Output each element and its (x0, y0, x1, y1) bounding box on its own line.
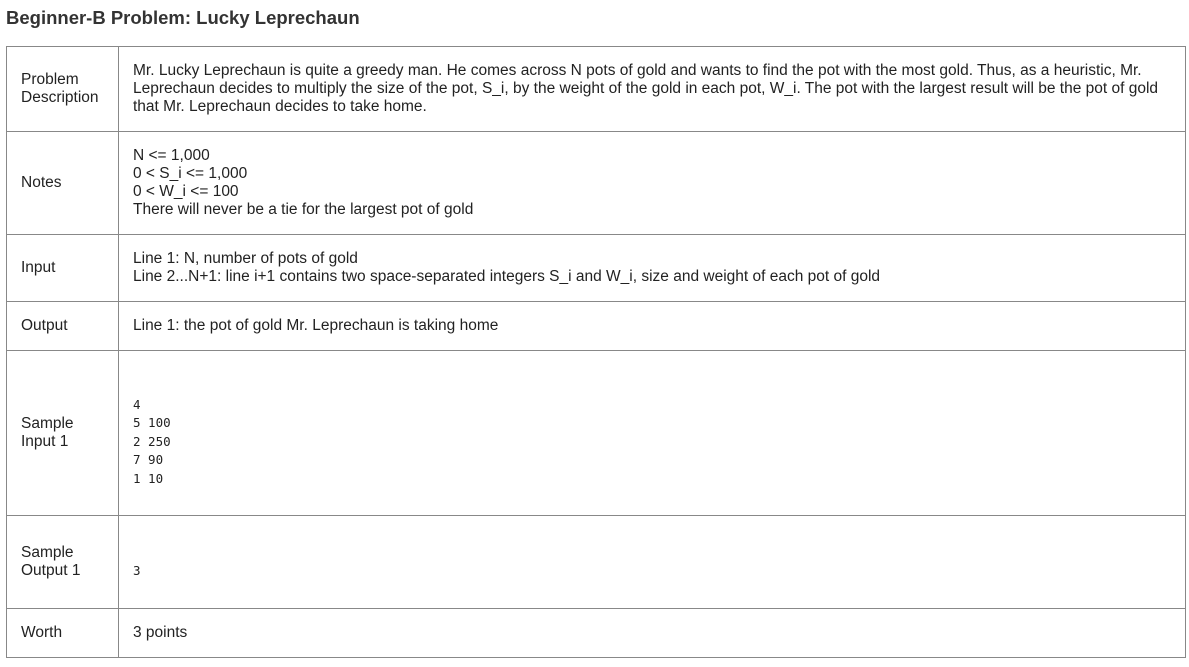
row-sample-input: Sample Input 1 4 5 100 2 250 7 90 1 10 (6, 350, 1186, 516)
value-input: Line 1: N, number of pots of gold Line 2… (118, 234, 1186, 302)
row-worth: Worth 3 points (6, 608, 1186, 658)
note-line: N <= 1,000 (133, 147, 210, 164)
row-description: Problem Description Mr. Lucky Leprechaun… (6, 46, 1186, 132)
input-line: Line 2...N+1: line i+1 contains two spac… (133, 268, 881, 285)
label-notes: Notes (6, 131, 119, 235)
page-title: Beginner-B Problem: Lucky Leprechaun (6, 7, 360, 28)
label-worth: Worth (6, 608, 119, 658)
note-line: There will never be a tie for the larges… (133, 201, 474, 218)
sample-output-code: 3 (133, 562, 141, 578)
note-line: 0 < W_i <= 100 (133, 183, 239, 200)
label-description: Problem Description (6, 46, 119, 132)
problem-table: Problem Description Mr. Lucky Leprechaun… (6, 46, 1186, 658)
row-output: Output Line 1: the pot of gold Mr. Lepre… (6, 301, 1186, 351)
value-description: Mr. Lucky Leprechaun is quite a greedy m… (118, 46, 1186, 132)
value-notes: N <= 1,000 0 < S_i <= 1,000 0 < W_i <= 1… (118, 131, 1186, 235)
row-sample-output: Sample Output 1 3 (6, 515, 1186, 609)
value-output: Line 1: the pot of gold Mr. Leprechaun i… (118, 301, 1186, 351)
row-notes: Notes N <= 1,000 0 < S_i <= 1,000 0 < W_… (6, 131, 1186, 235)
label-sample-output: Sample Output 1 (6, 515, 119, 609)
label-input: Input (6, 234, 119, 302)
value-sample-output: 3 (118, 515, 1186, 609)
label-sample-input: Sample Input 1 (6, 350, 119, 516)
sample-input-code: 4 5 100 2 250 7 90 1 10 (133, 396, 171, 486)
value-sample-input: 4 5 100 2 250 7 90 1 10 (118, 350, 1186, 516)
row-input: Input Line 1: N, number of pots of gold … (6, 234, 1186, 302)
input-line: Line 1: N, number of pots of gold (133, 250, 358, 267)
value-worth: 3 points (118, 608, 1186, 658)
label-output: Output (6, 301, 119, 351)
note-line: 0 < S_i <= 1,000 (133, 165, 248, 182)
